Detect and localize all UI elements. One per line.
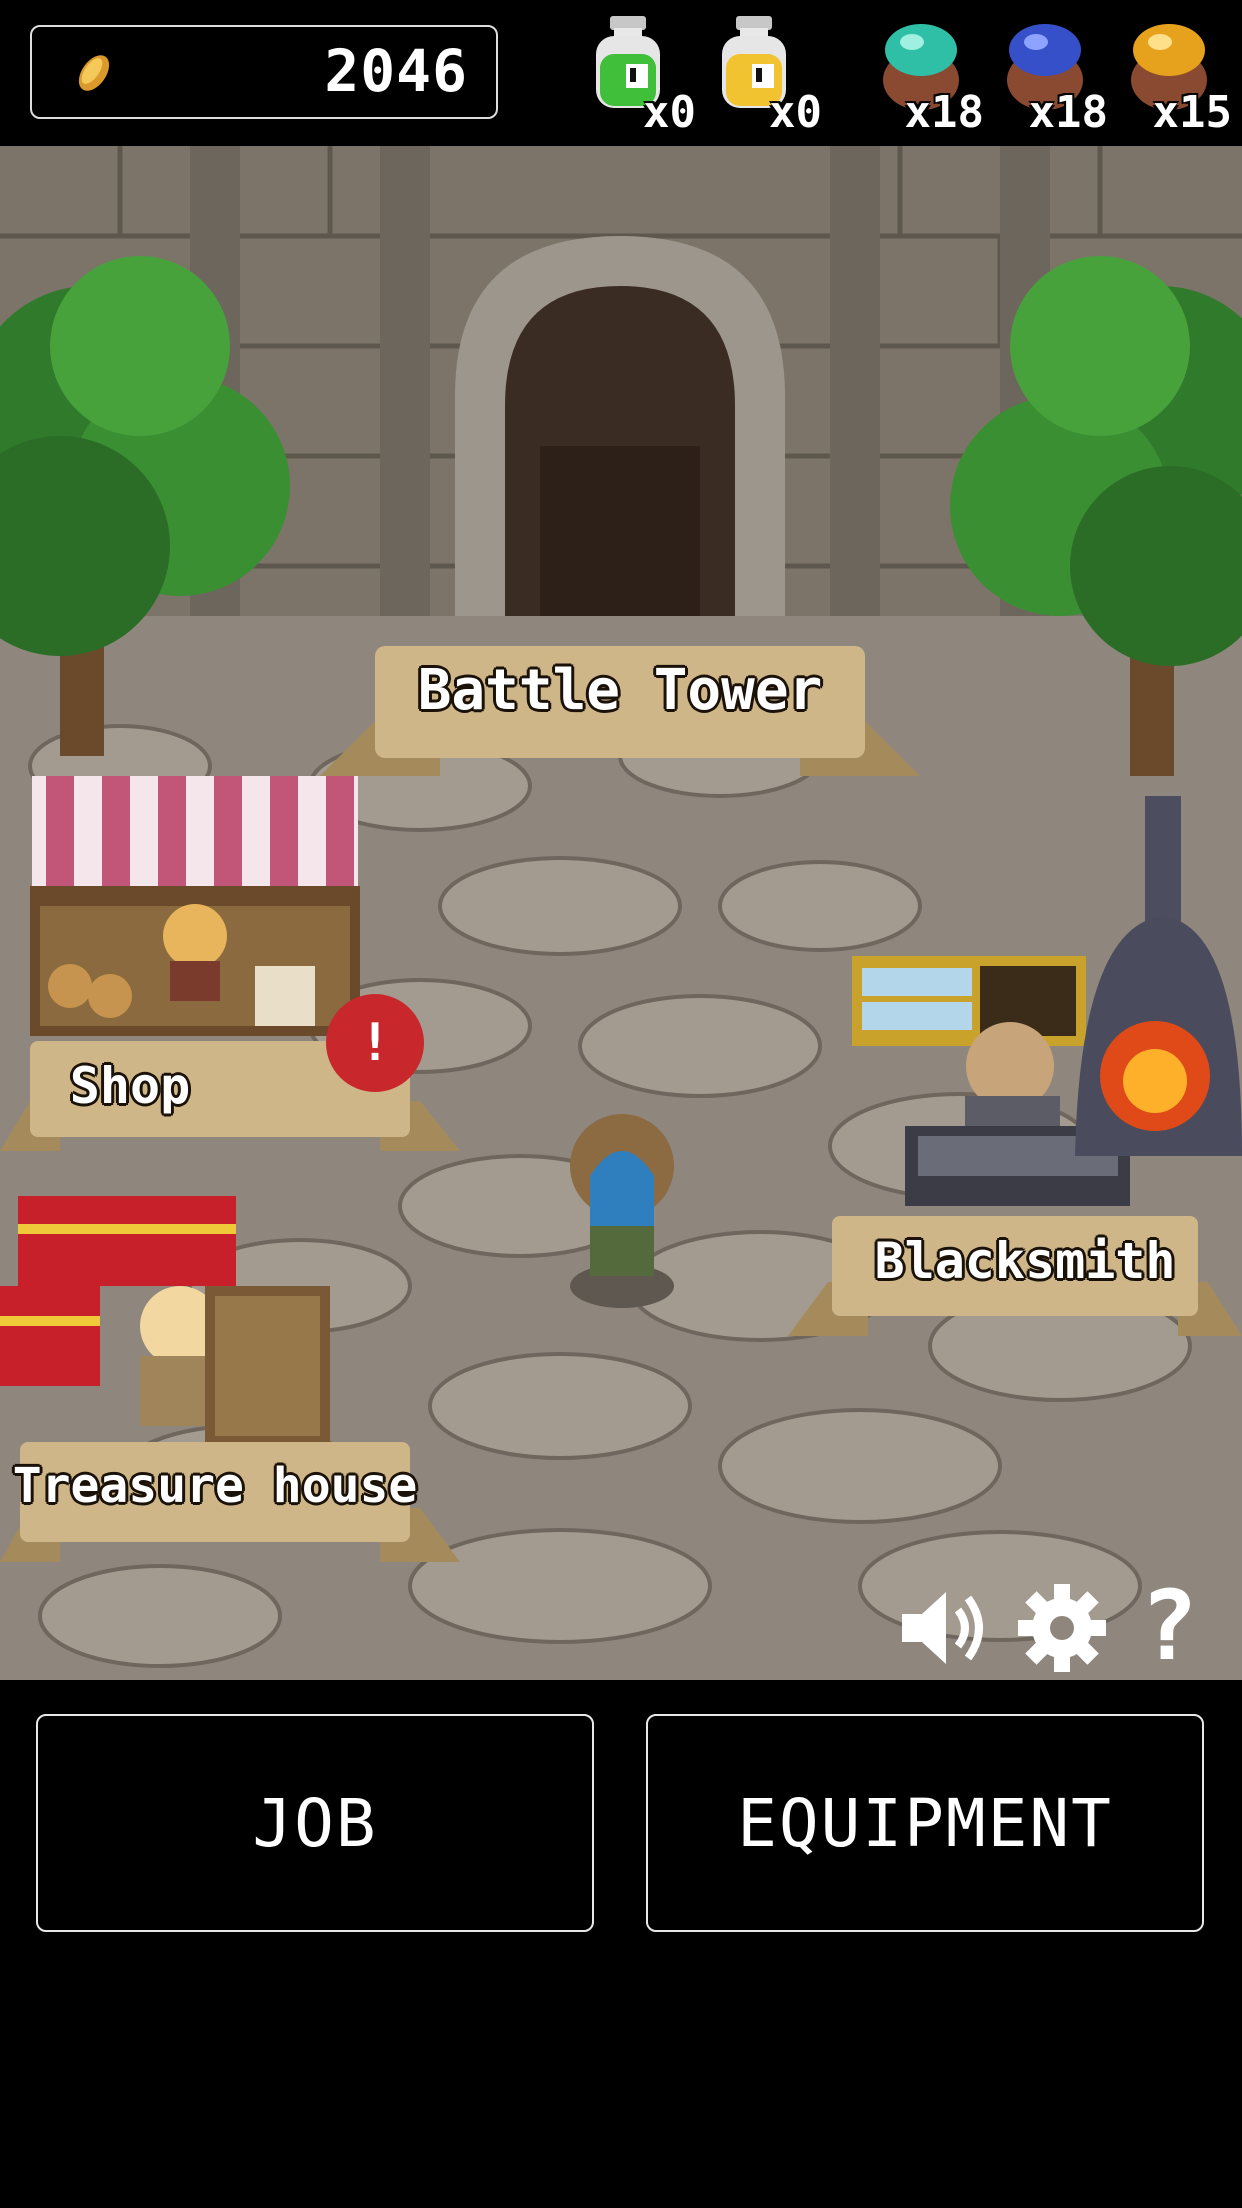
gear-icon — [1018, 1584, 1106, 1672]
sound-toggle-button[interactable] — [896, 1582, 988, 1678]
yellow-potion-count: x0 — [769, 87, 822, 138]
equipment-button[interactable]: EQUIPMENT — [646, 1714, 1204, 1932]
job-button[interactable]: JOB — [36, 1714, 594, 1932]
speaker-icon — [902, 1592, 983, 1664]
settings-button[interactable] — [1016, 1582, 1108, 1678]
blacksmith-banner[interactable]: Blacksmith — [788, 1216, 1242, 1346]
green-potion-slot[interactable]: x0 — [588, 14, 696, 138]
gold-counter: 2046 — [30, 25, 498, 119]
blacksmith-label: Blacksmith — [874, 1232, 1176, 1290]
blue-gem-count: x18 — [1028, 87, 1108, 138]
top-hud: 2046 x0 x0 x18 x18 x15 — [0, 0, 1242, 146]
gold-gem-slot[interactable]: x15 — [1124, 14, 1232, 138]
blue-gem-slot[interactable]: x18 — [1000, 14, 1108, 138]
gold-gem-count: x15 — [1152, 87, 1232, 138]
treasure-house-label: Treasure house — [12, 1458, 418, 1514]
yellow-potion-slot[interactable]: x0 — [714, 14, 822, 138]
coin-icon — [78, 55, 110, 91]
shop-label: Shop — [69, 1057, 191, 1115]
gold-amount: 2046 — [324, 37, 468, 105]
help-button[interactable]: ? — [1140, 1570, 1198, 1680]
battle-tower-banner[interactable]: Battle Tower — [320, 646, 920, 786]
teal-gem-count: x18 — [904, 87, 984, 138]
green-potion-count: x0 — [643, 87, 696, 138]
teal-gem-slot[interactable]: x18 — [876, 14, 984, 138]
town-scene: Battle Tower Shop ! Blacksmith Treasure … — [0, 146, 1242, 1680]
shop-alert-badge: ! — [326, 994, 424, 1092]
treasure-house-banner[interactable]: Treasure house — [0, 1442, 460, 1572]
battle-tower-label: Battle Tower — [417, 658, 823, 723]
